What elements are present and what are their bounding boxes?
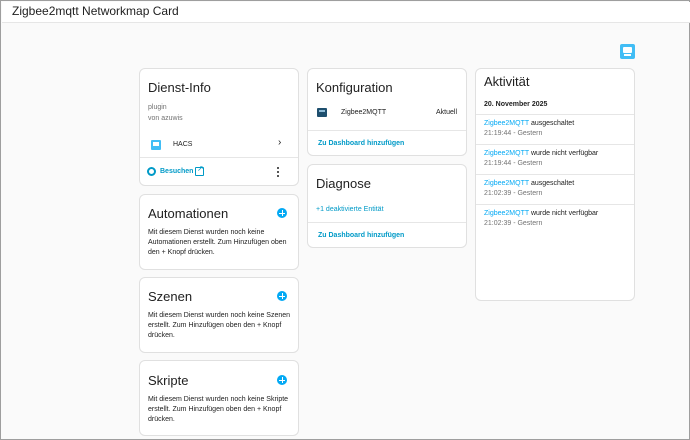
list-item: Zigbee2MQTT wurde nicht verfügbar 21:02:… — [484, 210, 599, 227]
entity-row[interactable]: Zigbee2MQTT Aktuell — [308, 105, 466, 123]
gear-icon — [147, 167, 156, 176]
szenen-title: Szenen — [148, 289, 193, 304]
divider — [476, 144, 634, 145]
disabled-entities-link[interactable]: +1 deaktivierte Entität — [316, 205, 384, 215]
add-automation-button[interactable] — [277, 208, 287, 218]
aktivitaet-card: Aktivität 20. November 2025 Zigbee2MQTT … — [475, 68, 635, 301]
dienst-info-title: Dienst-Info — [148, 80, 211, 95]
automationen-card: Automationen Mit diesem Dienst wurden no… — [139, 194, 299, 270]
service-author: von azuwis — [148, 115, 183, 122]
activity-date: 20. November 2025 — [484, 101, 548, 108]
add-scene-button[interactable] — [277, 291, 287, 301]
hacs-logo-icon — [620, 44, 635, 59]
entity-state: Aktuell — [436, 109, 458, 116]
divider — [476, 204, 634, 205]
konfiguration-title: Konfiguration — [316, 80, 393, 95]
konfiguration-card: Konfiguration Zigbee2MQTT Aktuell Zu Das… — [307, 68, 467, 156]
entity-link[interactable]: Zigbee2MQTT — [484, 120, 529, 127]
chevron-right-icon: › — [278, 137, 282, 148]
divider — [476, 174, 634, 175]
provider-row[interactable]: HACS › — [140, 135, 298, 155]
szenen-text: Mit diesem Dienst wurden noch keine Szen… — [148, 312, 291, 339]
aktivitaet-title: Aktivität — [484, 74, 530, 89]
automationen-text: Mit diesem Dienst wurden noch keine Auto… — [148, 229, 287, 256]
top-bar: Zigbee2mqtt Networkmap Card — [2, 2, 690, 23]
provider-name: HACS — [173, 141, 193, 148]
skripte-title: Skripte — [148, 373, 189, 388]
visit-link[interactable]: Besuchen — [160, 167, 193, 177]
divider — [308, 222, 466, 223]
diagnose-card: Diagnose +1 deaktivierte Entität Zu Dash… — [307, 164, 467, 248]
dienst-info-card: Dienst-Info plugin von azuwis HACS › Bes… — [139, 68, 299, 186]
divider — [476, 114, 634, 115]
list-item: Zigbee2MQTT wurde nicht verfügbar 21:19:… — [484, 150, 599, 167]
diagnose-title: Diagnose — [316, 176, 371, 191]
divider — [140, 157, 298, 158]
external-link-icon[interactable] — [195, 164, 204, 176]
skripte-card: Skripte Mit diesem Dienst wurden noch ke… — [139, 360, 299, 436]
app-window: Zigbee2mqtt Networkmap Card Dienst-Info … — [0, 0, 690, 440]
add-to-dashboard-link[interactable]: Zu Dashboard hinzufügen — [318, 231, 404, 241]
entity-link[interactable]: Zigbee2MQTT — [484, 180, 529, 187]
entity-link[interactable]: Zigbee2MQTT — [484, 150, 529, 157]
entity-name: Zigbee2MQTT — [341, 109, 387, 116]
more-menu-icon[interactable] — [277, 167, 280, 179]
entity-link[interactable]: Zigbee2MQTT — [484, 210, 529, 217]
list-item: Zigbee2MQTT ausgeschaltet 21:19:44 - Ges… — [484, 120, 575, 137]
list-item: Zigbee2MQTT ausgeschaltet 21:02:39 - Ges… — [484, 180, 575, 197]
add-script-button[interactable] — [277, 375, 287, 385]
hacs-icon — [151, 140, 161, 150]
service-type: plugin — [148, 104, 167, 111]
szenen-card: Szenen Mit diesem Dienst wurden noch kei… — [139, 277, 299, 353]
device-icon — [317, 108, 327, 117]
divider — [308, 130, 466, 131]
page-title: Zigbee2mqtt Networkmap Card — [12, 4, 179, 18]
skripte-text: Mit diesem Dienst wurden noch keine Skri… — [148, 396, 289, 423]
automationen-title: Automationen — [148, 206, 229, 221]
add-to-dashboard-link[interactable]: Zu Dashboard hinzufügen — [318, 139, 404, 149]
